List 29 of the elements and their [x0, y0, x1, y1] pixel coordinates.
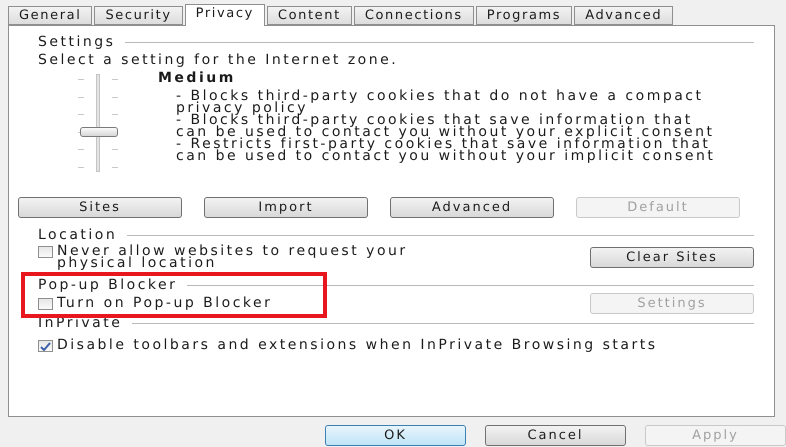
checkbox[interactable]	[38, 246, 53, 258]
checkbox-label: Never allow websites to request your physical location	[57, 245, 409, 269]
group-label: Settings	[38, 34, 116, 50]
checkbox-label: Disable toolbars and extensions when InPrivate Browsing starts	[57, 339, 658, 351]
ok-button[interactable]: OK	[325, 425, 466, 446]
tab[interactable]: Security	[94, 6, 183, 25]
description-text: - Blocks third-party cookies that do not have a compact privacy policy	[176, 90, 704, 114]
checkmark-icon	[40, 342, 51, 350]
advanced-button[interactable]: Advanced	[390, 197, 554, 218]
level-name: Medium	[158, 70, 237, 88]
checkbox[interactable]	[38, 298, 53, 310]
import-button[interactable]: Import	[204, 197, 368, 218]
checkbox-label: Turn on Pop-up Blocker	[57, 297, 272, 309]
clear-sites-button[interactable]: Clear Sites	[590, 246, 754, 268]
slider-thumb[interactable]	[80, 126, 118, 137]
group-label: Location	[38, 227, 118, 243]
tab[interactable]: Advanced	[574, 6, 674, 25]
tab[interactable]: Programs	[476, 6, 572, 25]
tab[interactable]: Content	[266, 6, 352, 25]
tab[interactable]: General	[8, 6, 92, 25]
sites-button[interactable]: Sites	[18, 197, 182, 218]
checkbox[interactable]	[38, 340, 53, 352]
description-text: - Blocks third-party cookies that save information that can be used to contact you without your explicit consent	[176, 114, 716, 138]
cancel-button[interactable]: Cancel	[485, 425, 626, 446]
prompt-text: Select a setting for the Internet zone.	[38, 52, 400, 70]
group-label: Pop-up Blocker	[38, 277, 178, 293]
description-text: - Restricts first-party cookies that save information that can be used to contact you without your implicit consent	[176, 138, 716, 162]
tab[interactable]: Connections	[354, 6, 474, 25]
tab[interactable]: Privacy	[184, 4, 265, 26]
